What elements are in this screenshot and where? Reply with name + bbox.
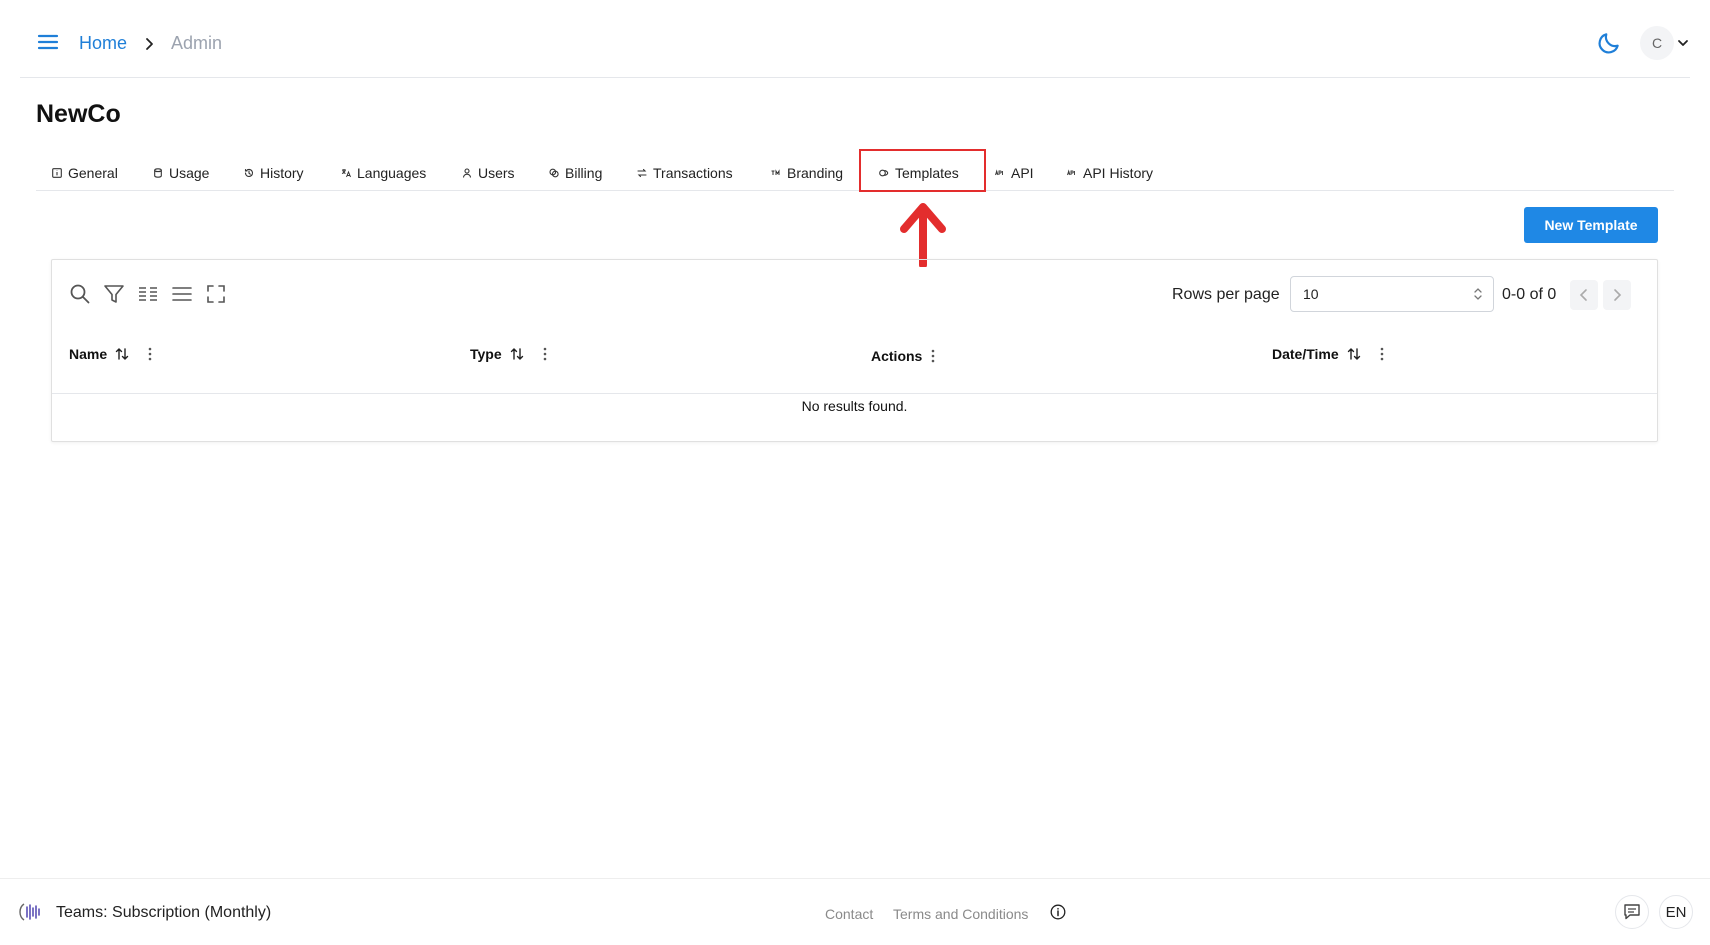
tab-languages[interactable]: Languages <box>341 155 426 191</box>
previous-page-button[interactable] <box>1570 280 1598 310</box>
trademark-icon <box>771 168 781 178</box>
tab-templates[interactable]: Templates <box>879 155 959 191</box>
user-menu-button[interactable]: C <box>1640 26 1690 60</box>
tab-label: General <box>68 165 118 181</box>
rows-per-page-select[interactable]: 10 <box>1290 276 1494 312</box>
tab-api[interactable]: API <box>995 155 1034 191</box>
tab-label: API History <box>1083 165 1154 181</box>
column-menu-icon[interactable] <box>147 346 153 362</box>
tab-history[interactable]: History <box>244 155 304 191</box>
tab-usage[interactable]: Usage <box>153 155 209 191</box>
column-menu-icon[interactable] <box>1379 346 1385 362</box>
avatar: C <box>1640 26 1674 60</box>
column-title: Type <box>470 346 502 362</box>
tab-label: Languages <box>357 165 427 181</box>
column-title: Name <box>69 346 108 362</box>
breadcrumb-home-link[interactable]: Home <box>79 33 127 54</box>
arrow-up-icon <box>900 203 946 267</box>
next-page-button[interactable] <box>1603 280 1631 310</box>
menu-icon[interactable] <box>36 30 60 54</box>
tab-label: Transactions <box>653 165 733 181</box>
new-template-button[interactable]: New Template <box>1524 207 1658 243</box>
chevron-down-icon <box>1678 40 1688 46</box>
history-icon <box>244 168 254 178</box>
tab-general[interactable]: General <box>52 155 118 191</box>
columns-icon[interactable] <box>136 282 160 306</box>
breadcrumb-current: Admin <box>171 33 223 53</box>
terms-link[interactable]: Terms and Conditions <box>893 906 1028 922</box>
column-header-name: Name <box>69 346 153 362</box>
coins-icon <box>549 168 559 178</box>
pagination-range: 0-0 of 0 <box>1502 286 1557 303</box>
admin-tabs: General Usage History Languages Users Bi… <box>36 155 1674 191</box>
top-header: Home Admin C <box>20 0 1690 78</box>
tab-label: History <box>260 165 304 181</box>
fullscreen-icon[interactable] <box>204 282 228 306</box>
rows-per-page-value: 10 <box>1303 286 1319 302</box>
sort-icon[interactable] <box>115 347 129 361</box>
sort-icon[interactable] <box>510 347 524 361</box>
chevron-right-icon <box>1614 289 1622 301</box>
tab-users[interactable]: Users <box>462 155 515 191</box>
column-header-type: Type <box>470 346 548 362</box>
column-menu-icon[interactable] <box>542 346 548 362</box>
logo-icon <box>19 903 40 921</box>
tab-label: Users <box>478 165 515 181</box>
subscription-plan: Teams: Subscription (Monthly) <box>56 904 272 921</box>
transfer-icon <box>637 168 647 178</box>
column-menu-icon[interactable] <box>930 348 936 364</box>
tab-label: API <box>1011 165 1034 181</box>
divider <box>52 393 1657 394</box>
tab-label: Billing <box>565 165 603 181</box>
tab-label: Templates <box>895 165 959 181</box>
updown-chevron-icon <box>1474 288 1482 300</box>
density-icon[interactable] <box>170 282 194 306</box>
column-title: Date/Time <box>1272 346 1339 362</box>
footer: Teams: Subscription (Monthly) Contact Te… <box>0 878 1710 945</box>
breadcrumb: Home Admin <box>79 33 222 54</box>
tab-label: Branding <box>787 165 844 181</box>
language-button[interactable]: EN <box>1659 895 1693 929</box>
templates-table: Rows per page 10 0-0 of 0 Name Type Acti… <box>51 259 1658 442</box>
rows-per-page-label: Rows per page <box>1172 286 1280 303</box>
page-title: NewCo <box>36 100 121 128</box>
moon-icon[interactable] <box>1596 30 1622 56</box>
column-title: Actions <box>871 348 923 364</box>
info-icon[interactable] <box>1050 904 1066 920</box>
translate-icon <box>341 168 351 178</box>
chat-button[interactable] <box>1615 895 1649 929</box>
tab-label: Usage <box>169 165 210 181</box>
api-icon <box>995 168 1005 178</box>
chevron-right-icon <box>141 36 157 52</box>
tab-billing[interactable]: Billing <box>549 155 602 191</box>
tab-transactions[interactable]: Transactions <box>637 155 733 191</box>
tab-branding[interactable]: Branding <box>771 155 843 191</box>
chevron-left-icon <box>1579 289 1587 301</box>
tab-api-history[interactable]: API History <box>1067 155 1153 191</box>
contact-link[interactable]: Contact <box>825 906 873 922</box>
user-icon <box>462 168 472 178</box>
info-square-icon <box>52 168 62 178</box>
api-icon <box>1067 168 1077 178</box>
search-icon[interactable] <box>68 282 92 306</box>
column-header-actions: Actions <box>871 348 936 364</box>
column-header-datetime: Date/Time <box>1272 346 1385 362</box>
filter-icon[interactable] <box>102 282 126 306</box>
database-icon <box>153 168 163 178</box>
template-icon <box>879 168 889 178</box>
chat-icon <box>1624 904 1640 920</box>
sort-icon[interactable] <box>1347 347 1361 361</box>
empty-state-message: No results found. <box>801 398 908 414</box>
